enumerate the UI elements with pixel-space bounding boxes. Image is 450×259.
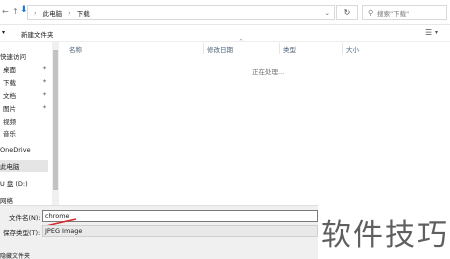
- file-type-label: 保存类型(T):: [3, 229, 41, 237]
- sidebar-quick-access-label: 快速访问: [0, 53, 26, 61]
- column-header-label: 类型: [283, 45, 296, 54]
- sidebar-item-label: 视频: [3, 118, 16, 126]
- sidebar-item-drive[interactable]: U 盘 (D:): [0, 177, 48, 189]
- pin-icon: ✦: [41, 104, 47, 111]
- path-chevron-icon: ›: [34, 8, 37, 17]
- filename-label: 文件名(N):: [9, 214, 41, 222]
- breadcrumb-downloads[interactable]: 下载: [77, 8, 90, 18]
- sidebar-item-label: OneDrive: [0, 146, 31, 154]
- path-box[interactable]: › 此电脑 › 下载 ⌄: [27, 5, 335, 20]
- sidebar-item-label: 网络: [0, 197, 13, 205]
- sidebar-item-downloads[interactable]: 下载 ✦: [0, 76, 48, 88]
- sidebar-item-desktop[interactable]: 桌面 ✦: [0, 63, 48, 75]
- column-header-label: 修改日期: [207, 45, 233, 54]
- column-header-type[interactable]: 类型: [280, 43, 342, 54]
- column-header-label: 名称: [69, 45, 82, 54]
- sidebar-item-label: U 盘 (D:): [0, 180, 28, 188]
- sidebar-item-label: 下载: [3, 79, 16, 87]
- pin-icon: ✦: [41, 91, 47, 98]
- sidebar-item-label: 桌面: [3, 66, 16, 74]
- address-bar: ← ↑ ⬇ › 此电脑 › 下载 ⌄ ↻ ⚲ 搜索"下载": [0, 0, 450, 25]
- view-dropdown-icon[interactable]: ▾: [435, 29, 438, 36]
- pin-icon: ✦: [41, 65, 47, 72]
- new-folder-button[interactable]: 新建文件夹: [21, 29, 54, 39]
- breadcrumb-this-pc[interactable]: 此电脑: [43, 8, 63, 18]
- sidebar-quick-access[interactable]: 快速访问: [0, 50, 48, 62]
- search-input[interactable]: ⚲ 搜索"下载": [362, 5, 447, 20]
- search-icon: ⚲: [368, 8, 374, 17]
- sidebar-scrollbar-thumb[interactable]: [53, 50, 58, 190]
- search-placeholder: 搜索"下载": [377, 9, 410, 18]
- sidebar-item-label: 图片: [3, 105, 16, 113]
- sidebar-item-label: 音乐: [3, 130, 16, 138]
- processing-status: 正在处理...: [252, 68, 285, 76]
- sidebar-item-label: 此电脑: [0, 163, 20, 171]
- sidebar-item-videos[interactable]: 视频: [0, 115, 48, 127]
- up-icon[interactable]: ↑: [12, 7, 19, 16]
- toolbar: ▾ 新建文件夹 ☰ ▾: [0, 25, 450, 42]
- sidebar-item-music[interactable]: 音乐: [0, 127, 48, 139]
- file-type-select[interactable]: JPEG Image: [42, 225, 318, 237]
- column-header-label: 大小: [346, 45, 359, 54]
- pin-icon: ✦: [41, 78, 47, 85]
- path-dropdown-icon[interactable]: ⌄: [325, 9, 330, 17]
- sidebar-item-pictures[interactable]: 图片 ✦: [0, 102, 48, 114]
- column-header-size[interactable]: 大小: [343, 43, 403, 54]
- path-separator-icon: ›: [68, 8, 71, 17]
- navigation-pane: 快速访问 桌面 ✦ 下载 ✦ 文档 ✦ 图片 ✦ 视频 音乐 OneDrive …: [0, 42, 52, 205]
- view-options-icon[interactable]: ☰: [425, 28, 432, 37]
- filename-input[interactable]: chrome: [42, 210, 318, 222]
- organize-dropdown-icon[interactable]: ▾: [2, 29, 5, 36]
- back-icon[interactable]: ←: [2, 7, 9, 16]
- column-header-name[interactable]: 名称: [66, 43, 203, 54]
- hide-folders-toggle[interactable]: 隐藏文件夹: [0, 251, 30, 259]
- sidebar-item-label: 文档: [3, 92, 16, 100]
- sidebar-item-onedrive[interactable]: OneDrive: [0, 144, 48, 156]
- sidebar-item-documents[interactable]: 文档 ✦: [0, 89, 48, 101]
- refresh-button[interactable]: ↻: [336, 5, 358, 20]
- watermark: 软件技巧: [321, 218, 449, 253]
- file-type-value: JPEG Image: [45, 227, 83, 235]
- refresh-icon: ↻: [343, 8, 351, 17]
- column-header-date[interactable]: 修改日期: [204, 43, 279, 54]
- sidebar-item-this-pc[interactable]: 此电脑: [0, 160, 48, 172]
